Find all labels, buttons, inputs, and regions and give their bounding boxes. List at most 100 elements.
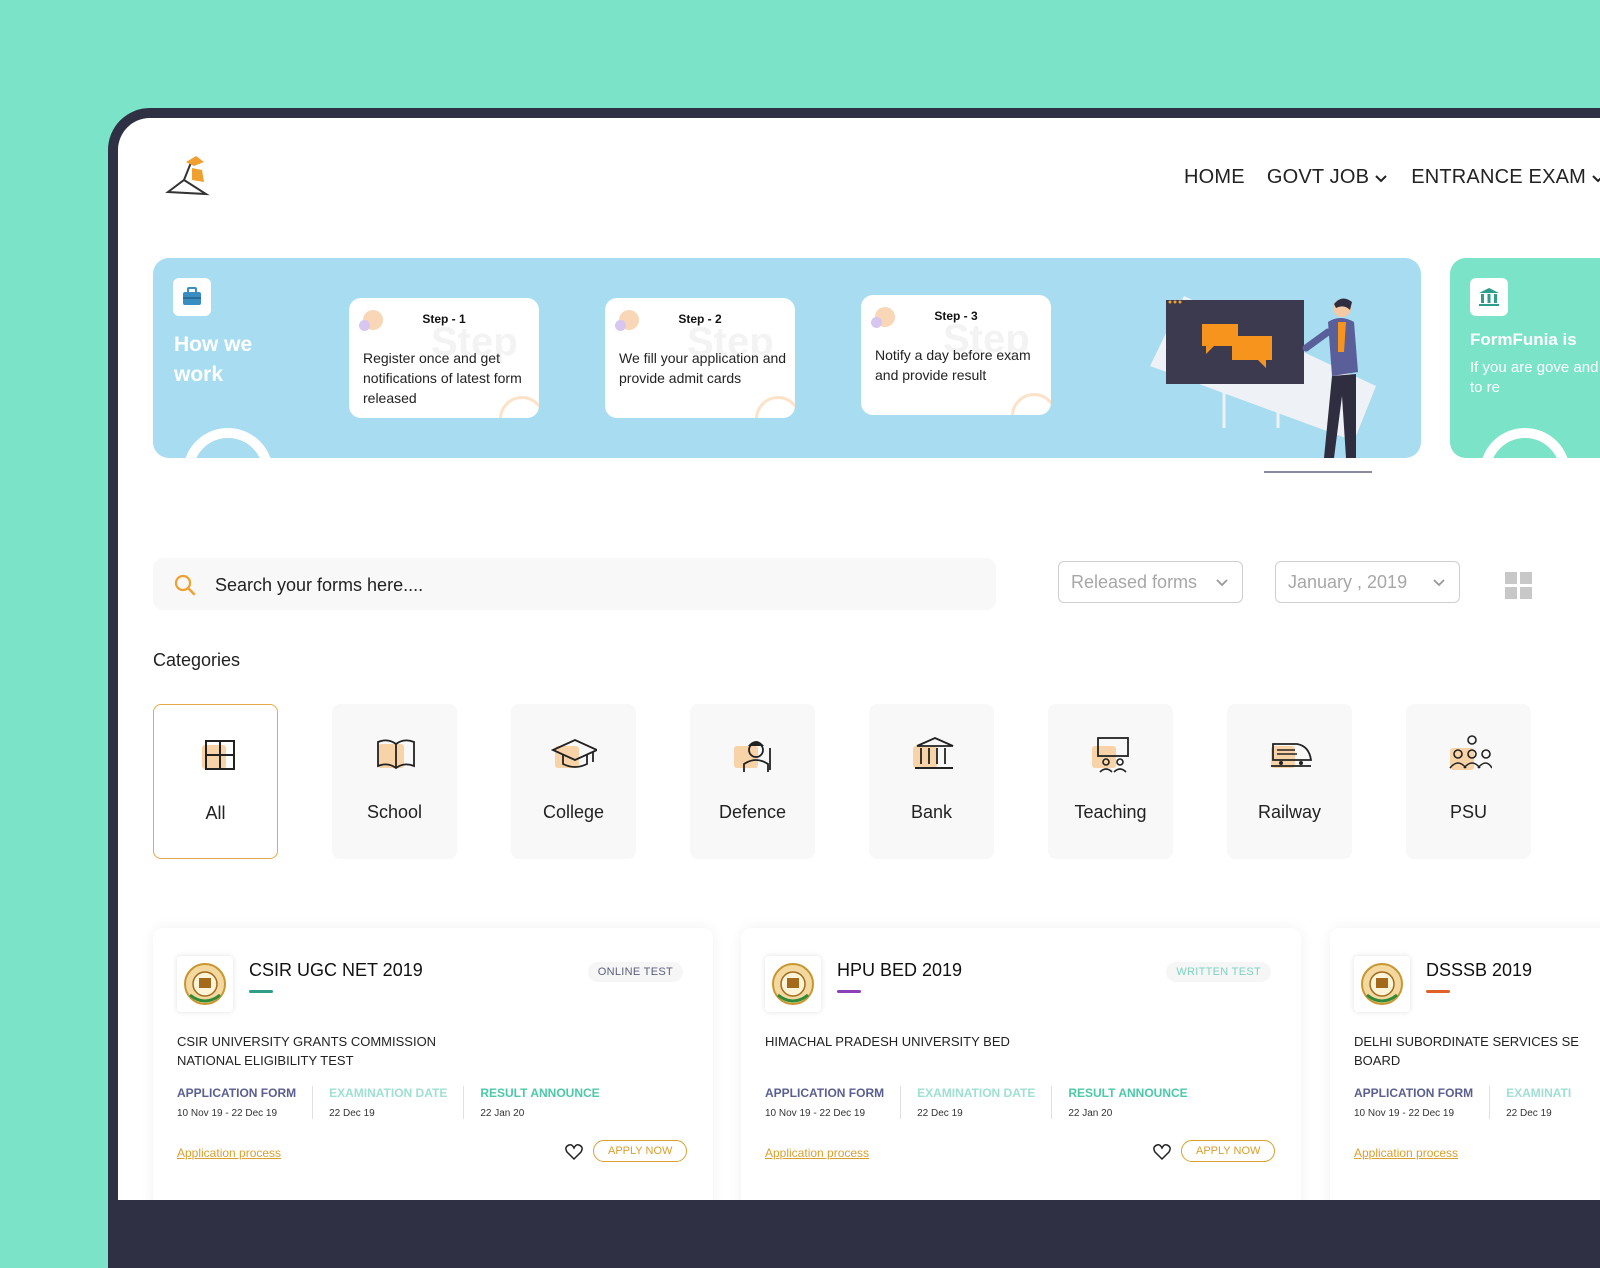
formfunia-logo[interactable] bbox=[162, 148, 218, 204]
people-group-icon bbox=[1449, 735, 1492, 770]
job-accent-line bbox=[837, 990, 861, 993]
apply-now-button[interactable]: APPLY NOW bbox=[1181, 1140, 1276, 1162]
university-emblem-icon bbox=[1354, 956, 1410, 1012]
category-label: Railway bbox=[1257, 802, 1322, 822]
application-form-col: APPLICATION FORM 10 Nov 19 - 22 Dec 19 bbox=[765, 1086, 900, 1119]
nav-govt-job-label: GOVT JOB bbox=[1266, 166, 1370, 188]
job-full-name: CSIR UNIVERSITY GRANTS COMMISSION NATION… bbox=[177, 1034, 437, 1068]
examination-date-label: EXAMINATION DATE bbox=[329, 1086, 448, 1100]
examination-date: 22 Dec 19 bbox=[917, 1108, 963, 1119]
search-bar bbox=[153, 558, 996, 610]
grid-view-icon[interactable] bbox=[1505, 572, 1533, 600]
category-bank[interactable]: Bank bbox=[869, 704, 994, 859]
presenter-illustration bbox=[1150, 296, 1376, 473]
category-label: PSU bbox=[1449, 802, 1487, 822]
category-label: All bbox=[205, 803, 226, 823]
application-form-col: APPLICATION FORM 10 Nov 19 - 22 Dec 19 bbox=[177, 1086, 312, 1119]
category-label: Bank bbox=[910, 802, 953, 822]
bank-icon bbox=[913, 737, 954, 769]
apply-now-button[interactable]: APPLY NOW bbox=[593, 1140, 688, 1162]
job-card[interactable]: DSSSB 2019 DELHI SUBORDINATE SERVICES SE… bbox=[1330, 928, 1600, 1200]
nav-home-label: HOME bbox=[1184, 166, 1245, 188]
job-name: HPU BED 2019 bbox=[837, 960, 963, 980]
search-icon bbox=[174, 574, 196, 596]
exam-type-badge: ONLINE TEST bbox=[587, 962, 683, 982]
exam-type-badge: WRITTEN TEST bbox=[1166, 962, 1271, 982]
category-psu[interactable]: PSU bbox=[1406, 704, 1531, 859]
examination-date-col: EXAMINATION DATE 22 Dec 19 bbox=[900, 1086, 1051, 1119]
category-railway[interactable]: Railway bbox=[1227, 704, 1352, 859]
job-card[interactable]: HPU BED 2019 WRITTEN TEST HIMACHAL PRADE… bbox=[741, 928, 1301, 1200]
job-dates: APPLICATION FORM 10 Nov 19 - 22 Dec 19 E… bbox=[177, 1086, 616, 1119]
book-icon bbox=[377, 739, 415, 770]
graduation-cap-icon bbox=[551, 739, 597, 768]
application-form-dates: 10 Nov 19 - 22 Dec 19 bbox=[177, 1108, 278, 1119]
step-text: Notify a day before exam and provide res… bbox=[875, 347, 1031, 383]
nav-entrance-exam-label: ENTRANCE EXAM bbox=[1411, 166, 1587, 188]
form-status-value: Released forms bbox=[1071, 571, 1198, 592]
search-input[interactable] bbox=[213, 568, 957, 602]
category-label: College bbox=[542, 802, 605, 822]
application-process-link[interactable]: Application process bbox=[765, 1146, 869, 1160]
university-emblem-icon bbox=[177, 956, 233, 1012]
step-arc bbox=[1011, 393, 1051, 415]
examination-date-label: EXAMINATION DATE bbox=[917, 1086, 1036, 1100]
step-label: Step - 1 bbox=[422, 312, 466, 326]
job-name: DSSSB 2019 bbox=[1426, 960, 1533, 980]
step-label: Step - 3 bbox=[934, 309, 978, 323]
category-defence[interactable]: Defence bbox=[690, 704, 815, 859]
promo-text: If you are gove and want to re bbox=[1470, 359, 1600, 396]
heart-icon[interactable] bbox=[565, 1143, 583, 1161]
formfunia-promo-banner: FormFunia is If you are gove and want to… bbox=[1450, 258, 1600, 458]
category-all[interactable]: All bbox=[153, 704, 278, 859]
month-value: January , 2019 bbox=[1288, 571, 1408, 592]
form-status-select[interactable]: Released forms bbox=[1058, 561, 1243, 603]
government-building-icon bbox=[1470, 278, 1508, 316]
step-card: Step Step - 1 Register once and get noti… bbox=[349, 298, 539, 418]
category-teaching[interactable]: Teaching bbox=[1048, 704, 1173, 859]
application-form-label: APPLICATION FORM bbox=[177, 1086, 297, 1100]
application-process-link[interactable]: Application process bbox=[1354, 1146, 1458, 1160]
job-accent-line bbox=[1426, 990, 1450, 993]
job-name: CSIR UGC NET 2019 bbox=[249, 960, 423, 980]
application-form-label: APPLICATION FORM bbox=[765, 1086, 885, 1100]
job-card[interactable]: CSIR UGC NET 2019 ONLINE TEST CSIR UNIVE… bbox=[153, 928, 713, 1200]
result-announce-label: RESULT ANNOUNCE bbox=[480, 1086, 600, 1100]
category-college[interactable]: College bbox=[511, 704, 636, 859]
step-text: Register once and get notifications of l… bbox=[363, 350, 522, 406]
decorative-ring bbox=[1480, 428, 1570, 458]
category-label: School bbox=[366, 802, 423, 822]
result-announce-date: 22 Jan 20 bbox=[480, 1108, 525, 1119]
job-full-name: DELHI SUBORDINATE SERVICES SE BOARD bbox=[1354, 1034, 1579, 1068]
heart-icon[interactable] bbox=[1153, 1143, 1171, 1161]
chevron-down-icon bbox=[1592, 174, 1600, 182]
how-we-work-title: How we work bbox=[174, 333, 253, 386]
job-accent-line bbox=[249, 990, 273, 993]
nav-entrance-exam[interactable]: ENTRANCE EXAM bbox=[1411, 166, 1600, 189]
examination-date-col: EXAMINATION DATE 22 Dec 19 bbox=[312, 1086, 463, 1119]
job-dates: APPLICATION FORM 10 Nov 19 - 22 Dec 19 E… bbox=[1354, 1086, 1587, 1119]
application-process-link[interactable]: Application process bbox=[177, 1146, 281, 1160]
result-announce-label: RESULT ANNOUNCE bbox=[1068, 1086, 1188, 1100]
soldier-icon bbox=[734, 741, 771, 772]
examination-date-label: EXAMINATI bbox=[1506, 1086, 1572, 1100]
decorative-ring bbox=[183, 428, 273, 458]
train-icon bbox=[1271, 743, 1313, 768]
step-text: We fill your application and provide adm… bbox=[619, 350, 787, 386]
chevron-down-icon bbox=[1216, 579, 1228, 587]
job-dates: APPLICATION FORM 10 Nov 19 - 22 Dec 19 E… bbox=[765, 1086, 1204, 1119]
job-full-name: HIMACHAL PRADESH UNIVERSITY BED bbox=[765, 1034, 1010, 1049]
category-label: Teaching bbox=[1074, 802, 1147, 822]
category-school[interactable]: School bbox=[332, 704, 457, 859]
grid-icon bbox=[202, 740, 235, 770]
step-card: Step Step - 3 Notify a day before exam a… bbox=[861, 295, 1051, 415]
briefcase-icon bbox=[173, 278, 211, 316]
step-card: Step Step - 2 We fill your application a… bbox=[605, 298, 795, 418]
result-announce-col: RESULT ANNOUNCE 22 Jan 20 bbox=[1051, 1086, 1203, 1119]
nav-home[interactable]: HOME bbox=[1184, 166, 1245, 189]
result-announce-date: 22 Jan 20 bbox=[1068, 1108, 1113, 1119]
application-form-dates: 10 Nov 19 - 22 Dec 19 bbox=[1354, 1108, 1455, 1119]
month-select[interactable]: January , 2019 bbox=[1275, 561, 1460, 603]
result-announce-col: RESULT ANNOUNCE 22 Jan 20 bbox=[463, 1086, 615, 1119]
nav-govt-job[interactable]: GOVT JOB bbox=[1267, 166, 1389, 189]
